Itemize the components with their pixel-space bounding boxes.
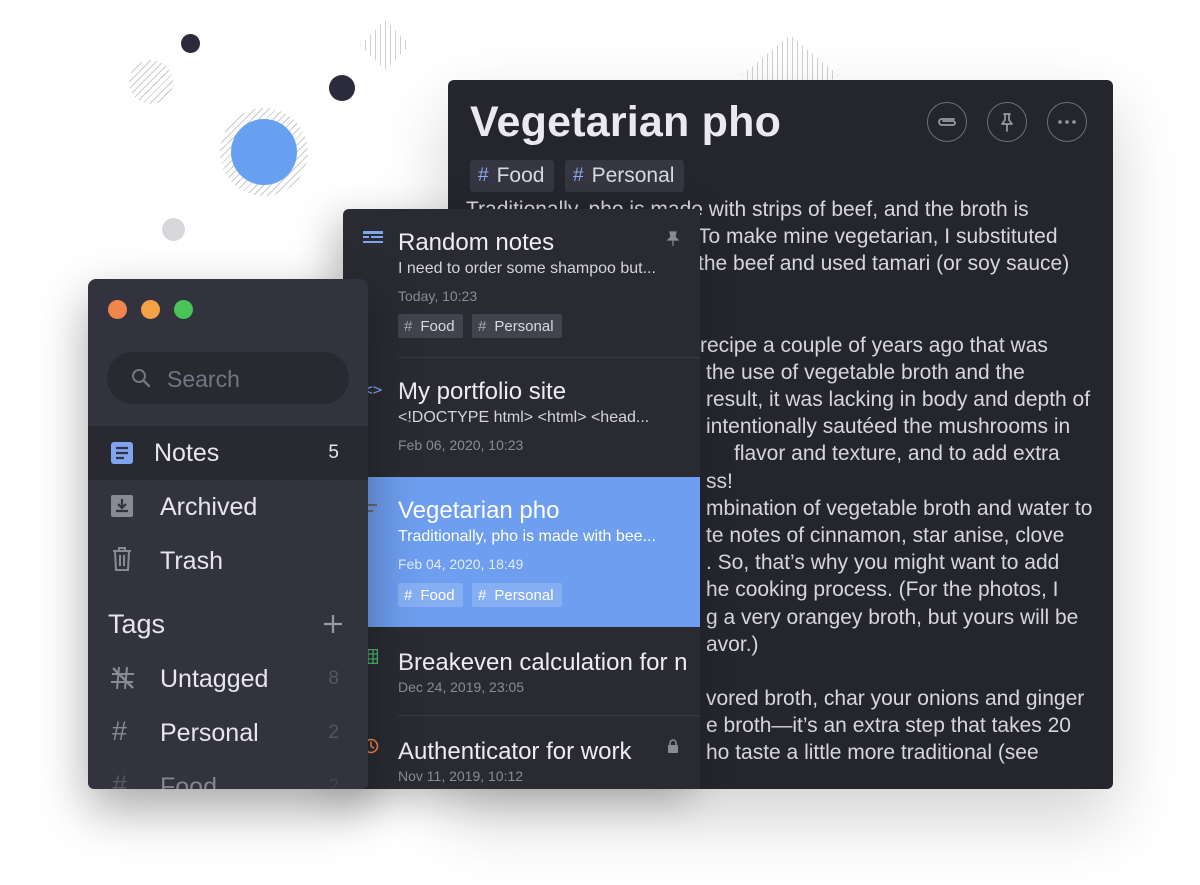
sidebar-tag-untagged[interactable]: Untagged 8 — [88, 652, 368, 706]
hash-icon: # — [404, 586, 413, 604]
notes-count: 5 — [328, 442, 339, 463]
note-tag[interactable]: # Food — [398, 314, 463, 338]
hash-icon: # — [478, 165, 489, 186]
archive-icon — [111, 495, 133, 517]
decorative-blue-circle — [231, 119, 297, 185]
ellipsis-icon — [1058, 120, 1076, 124]
note-tag[interactable]: # Food — [470, 160, 555, 192]
sidebar-item-trash[interactable]: Trash — [88, 534, 368, 588]
decorative-dot — [181, 34, 200, 53]
sidebar-item-archived[interactable]: Archived — [88, 480, 368, 534]
tag-count: 2 — [328, 776, 339, 789]
note-title[interactable]: Vegetarian pho — [470, 98, 781, 147]
search-input[interactable]: Search — [107, 352, 349, 404]
tags-heading: Tags — [108, 609, 166, 639]
decorative-dot — [329, 75, 355, 101]
trash-icon — [113, 547, 131, 571]
note-list-item[interactable]: Breakeven calculation for n Dec 24, 2019… — [343, 627, 700, 715]
hash-icon: # — [573, 165, 584, 186]
lock-icon — [668, 739, 678, 753]
search-placeholder: Search — [167, 366, 240, 392]
decorative-dot — [162, 218, 185, 241]
text-note-icon — [363, 231, 383, 250]
hash-icon: # — [478, 586, 487, 604]
note-tag[interactable]: # Food — [398, 583, 463, 607]
hash-icon: # — [478, 317, 487, 335]
note-list-item[interactable]: Random notes I need to order some shampo… — [343, 209, 700, 357]
close-window-button[interactable] — [108, 300, 127, 319]
add-tag-icon[interactable] — [323, 614, 343, 634]
paperclip-icon — [938, 118, 956, 126]
note-list-item-selected[interactable]: Vegetarian pho Traditionally, pho is mad… — [368, 477, 700, 627]
note-list-item[interactable]: <> My portfolio site <!DOCTYPE html> <ht… — [343, 358, 700, 476]
tag-count: 8 — [328, 668, 339, 689]
decorative-hatched-circle — [129, 60, 173, 104]
pin-icon — [1001, 113, 1013, 132]
untagged-icon — [111, 666, 134, 690]
note-list-item[interactable]: Authenticator for work Nov 11, 2019, 10:… — [343, 716, 700, 789]
note-tag[interactable]: # Personal — [472, 583, 562, 607]
tag-count: 2 — [328, 722, 339, 743]
sidebar-window: Search Notes 5 Archived Trash Tags Untag… — [88, 279, 368, 789]
attach-button[interactable] — [927, 102, 967, 142]
sidebar-tag-food[interactable]: # Food 2 — [88, 760, 368, 789]
sidebar-item-notes[interactable]: Notes 5 — [88, 426, 368, 480]
note-list: Random notes I need to order some shampo… — [343, 209, 700, 789]
pin-icon — [667, 231, 679, 246]
hash-icon: # — [112, 716, 128, 746]
minimize-window-button[interactable] — [141, 300, 160, 319]
decorative-hatched-diamond — [360, 20, 410, 70]
pin-button[interactable] — [987, 102, 1027, 142]
hash-icon: # — [404, 317, 413, 335]
hash-icon: # — [112, 770, 128, 789]
notes-icon — [111, 442, 133, 464]
search-icon — [132, 369, 151, 388]
sidebar-tag-personal[interactable]: # Personal 2 — [88, 706, 368, 760]
note-tag[interactable]: # Personal — [565, 160, 685, 192]
note-tag[interactable]: # Personal — [472, 314, 562, 338]
maximize-window-button[interactable] — [174, 300, 193, 319]
more-options-button[interactable] — [1047, 102, 1087, 142]
